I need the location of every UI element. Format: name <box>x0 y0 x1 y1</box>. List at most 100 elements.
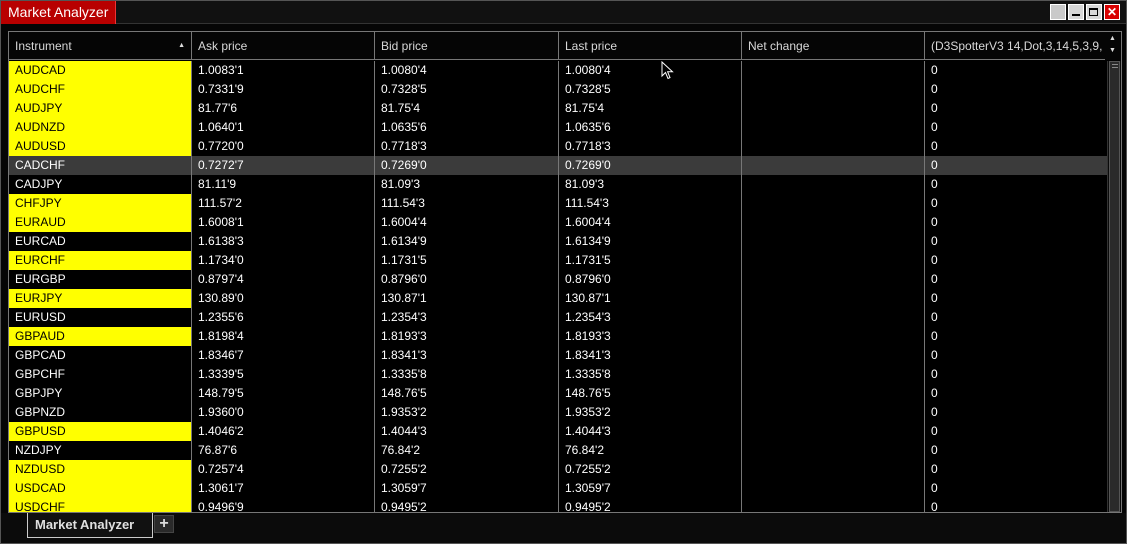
indicator-cell[interactable]: 0 <box>925 118 1107 137</box>
net-change-cell[interactable] <box>742 251 925 270</box>
bid-cell[interactable]: 1.9353'2 <box>375 403 559 422</box>
table-row[interactable]: CHFJPY 111.57'2 111.54'3 111.54'3 0 <box>9 194 1107 213</box>
ask-cell[interactable]: 0.8797'4 <box>192 270 375 289</box>
last-cell[interactable]: 0.9495'2 <box>559 498 742 512</box>
net-change-cell[interactable] <box>742 156 925 175</box>
net-change-cell[interactable] <box>742 118 925 137</box>
net-change-cell[interactable] <box>742 327 925 346</box>
instrument-cell[interactable]: GBPJPY <box>9 384 192 403</box>
table-row[interactable]: EURUSD 1.2355'6 1.2354'3 1.2354'3 0 <box>9 308 1107 327</box>
instrument-cell[interactable]: EURGBP <box>9 270 192 289</box>
table-row[interactable]: AUDUSD 0.7720'0 0.7718'3 0.7718'3 0 <box>9 137 1107 156</box>
indicator-cell[interactable]: 0 <box>925 80 1107 99</box>
instrument-cell[interactable]: CADJPY <box>9 175 192 194</box>
table-row[interactable]: USDCHF 0.9496'9 0.9495'2 0.9495'2 0 <box>9 498 1107 512</box>
table-row[interactable]: NZDUSD 0.7257'4 0.7255'2 0.7255'2 0 <box>9 460 1107 479</box>
indicator-cell[interactable]: 0 <box>925 498 1107 512</box>
net-change-cell[interactable] <box>742 460 925 479</box>
last-cell[interactable]: 1.6004'4 <box>559 213 742 232</box>
ask-cell[interactable]: 81.77'6 <box>192 99 375 118</box>
ask-cell[interactable]: 148.79'5 <box>192 384 375 403</box>
last-cell[interactable]: 1.4044'3 <box>559 422 742 441</box>
net-change-cell[interactable] <box>742 270 925 289</box>
table-row[interactable]: EURAUD 1.6008'1 1.6004'4 1.6004'4 0 <box>9 213 1107 232</box>
last-cell[interactable]: 148.76'5 <box>559 384 742 403</box>
instrument-cell[interactable]: EURUSD <box>9 308 192 327</box>
table-row[interactable]: USDCAD 1.3061'7 1.3059'7 1.3059'7 0 <box>9 479 1107 498</box>
last-cell[interactable]: 1.8341'3 <box>559 346 742 365</box>
net-change-cell[interactable] <box>742 346 925 365</box>
net-change-cell[interactable] <box>742 498 925 512</box>
ask-cell[interactable]: 1.9360'0 <box>192 403 375 422</box>
table-row[interactable]: EURJPY 130.89'0 130.87'1 130.87'1 0 <box>9 289 1107 308</box>
bid-cell[interactable]: 130.87'1 <box>375 289 559 308</box>
instrument-cell[interactable]: GBPCHF <box>9 365 192 384</box>
indicator-cell[interactable]: 0 <box>925 460 1107 479</box>
bid-cell[interactable]: 1.0635'6 <box>375 118 559 137</box>
bid-cell[interactable]: 1.3335'8 <box>375 365 559 384</box>
ask-cell[interactable]: 0.7257'4 <box>192 460 375 479</box>
scroll-down-icon[interactable]: ▼ <box>1109 47 1116 54</box>
ask-cell[interactable]: 1.6008'1 <box>192 213 375 232</box>
instrument-cell[interactable]: GBPAUD <box>9 327 192 346</box>
last-cell[interactable]: 76.84'2 <box>559 441 742 460</box>
ask-cell[interactable]: 0.7331'9 <box>192 80 375 99</box>
indicator-cell[interactable]: 0 <box>925 327 1107 346</box>
last-cell[interactable]: 0.7718'3 <box>559 137 742 156</box>
net-change-cell[interactable] <box>742 80 925 99</box>
net-change-cell[interactable] <box>742 61 925 80</box>
bid-cell[interactable]: 111.54'3 <box>375 194 559 213</box>
ask-cell[interactable]: 1.3339'5 <box>192 365 375 384</box>
net-change-cell[interactable] <box>742 99 925 118</box>
last-cell[interactable]: 0.7269'0 <box>559 156 742 175</box>
ask-cell[interactable]: 1.8198'4 <box>192 327 375 346</box>
ask-cell[interactable]: 0.7720'0 <box>192 137 375 156</box>
last-cell[interactable]: 1.3059'7 <box>559 479 742 498</box>
table-row[interactable]: AUDNZD 1.0640'1 1.0635'6 1.0635'6 0 <box>9 118 1107 137</box>
indicator-cell[interactable]: 0 <box>925 308 1107 327</box>
bid-cell[interactable]: 81.75'4 <box>375 99 559 118</box>
indicator-cell[interactable]: 0 <box>925 232 1107 251</box>
indicator-cell[interactable]: 0 <box>925 156 1107 175</box>
last-cell[interactable]: 1.0080'4 <box>559 61 742 80</box>
table-row[interactable]: AUDCHF 0.7331'9 0.7328'5 0.7328'5 0 <box>9 80 1107 99</box>
last-cell[interactable]: 1.6134'9 <box>559 232 742 251</box>
table-row[interactable]: EURCAD 1.6138'3 1.6134'9 1.6134'9 0 <box>9 232 1107 251</box>
bid-cell[interactable]: 1.6004'4 <box>375 213 559 232</box>
ask-cell[interactable]: 1.0640'1 <box>192 118 375 137</box>
ask-cell[interactable]: 1.4046'2 <box>192 422 375 441</box>
bid-cell[interactable]: 76.84'2 <box>375 441 559 460</box>
last-cell[interactable]: 0.8796'0 <box>559 270 742 289</box>
column-header-bid[interactable]: Bid price <box>375 32 559 60</box>
table-row[interactable]: GBPUSD 1.4046'2 1.4044'3 1.4044'3 0 <box>9 422 1107 441</box>
ask-cell[interactable]: 0.9496'9 <box>192 498 375 512</box>
ask-cell[interactable]: 1.6138'3 <box>192 232 375 251</box>
last-cell[interactable]: 1.3335'8 <box>559 365 742 384</box>
instrument-cell[interactable]: CADCHF <box>9 156 192 175</box>
last-cell[interactable]: 81.09'3 <box>559 175 742 194</box>
instrument-cell[interactable]: CHFJPY <box>9 194 192 213</box>
instrument-cell[interactable]: EURAUD <box>9 213 192 232</box>
tab-market-analyzer[interactable]: Market Analyzer <box>27 513 153 538</box>
bid-cell[interactable]: 0.7718'3 <box>375 137 559 156</box>
instrument-cell[interactable]: AUDCHF <box>9 80 192 99</box>
table-row[interactable]: GBPJPY 148.79'5 148.76'5 148.76'5 0 <box>9 384 1107 403</box>
indicator-cell[interactable]: 0 <box>925 403 1107 422</box>
table-row[interactable]: GBPNZD 1.9360'0 1.9353'2 1.9353'2 0 <box>9 403 1107 422</box>
instrument-cell[interactable]: USDCAD <box>9 479 192 498</box>
ask-cell[interactable]: 1.2355'6 <box>192 308 375 327</box>
instrument-cell[interactable]: EURJPY <box>9 289 192 308</box>
bid-cell[interactable]: 0.7255'2 <box>375 460 559 479</box>
net-change-cell[interactable] <box>742 403 925 422</box>
ask-cell[interactable]: 1.8346'7 <box>192 346 375 365</box>
column-header-net-change[interactable]: Net change <box>742 32 925 60</box>
indicator-cell[interactable]: 0 <box>925 251 1107 270</box>
last-cell[interactable]: 1.0635'6 <box>559 118 742 137</box>
indicator-cell[interactable]: 0 <box>925 441 1107 460</box>
last-cell[interactable]: 0.7255'2 <box>559 460 742 479</box>
bid-cell[interactable]: 1.4044'3 <box>375 422 559 441</box>
indicator-cell[interactable]: 0 <box>925 137 1107 156</box>
ask-cell[interactable]: 1.0083'1 <box>192 61 375 80</box>
instrument-cell[interactable]: GBPNZD <box>9 403 192 422</box>
instrument-cell[interactable]: GBPUSD <box>9 422 192 441</box>
